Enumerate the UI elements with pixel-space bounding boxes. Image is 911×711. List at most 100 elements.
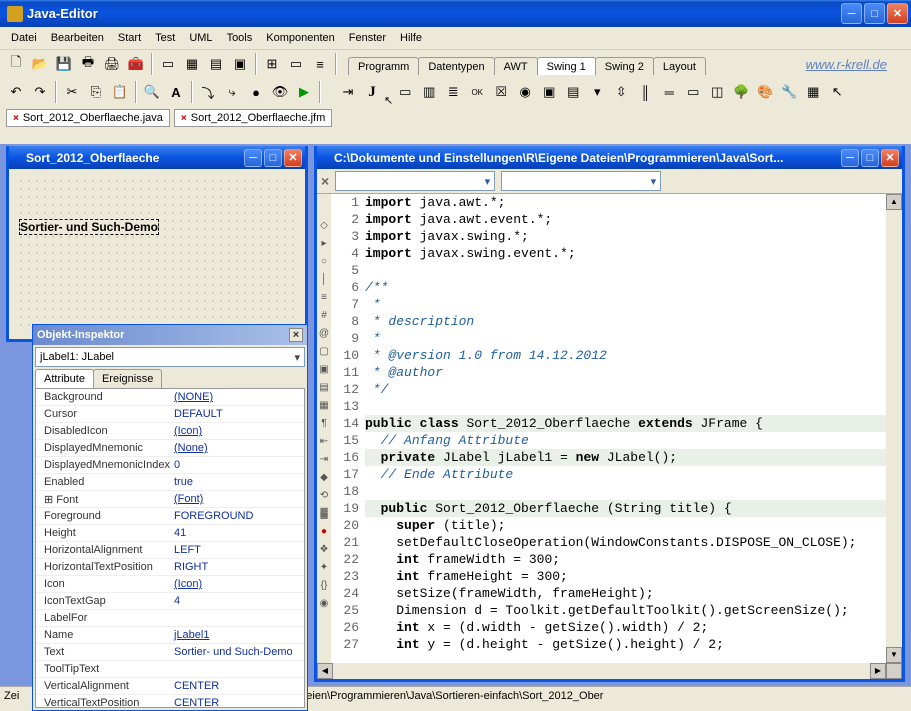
- mark-icon[interactable]: ○: [318, 256, 330, 268]
- code-line[interactable]: 9 *: [331, 330, 886, 347]
- combobox-icon[interactable]: ▾: [586, 81, 608, 103]
- code-line[interactable]: 4import javax.swing.event.*;: [331, 245, 886, 262]
- property-value[interactable]: 0: [170, 457, 304, 473]
- property-grid[interactable]: Background(NONE) CursorDEFAULT DisabledI…: [35, 388, 305, 708]
- save-all-icon[interactable]: 🖶: [77, 53, 99, 75]
- redo-icon[interactable]: ↷: [29, 81, 51, 103]
- menu-komponenten[interactable]: Komponenten: [259, 29, 342, 47]
- property-value[interactable]: jLabel1: [170, 627, 304, 643]
- code-line[interactable]: 20 super (title);: [331, 517, 886, 534]
- property-row[interactable]: ForegroundFOREGROUND: [36, 508, 304, 525]
- table-icon[interactable]: ▦: [802, 81, 824, 103]
- code-line[interactable]: 21 setDefaultCloseOperation(WindowConsta…: [331, 534, 886, 551]
- inspector-tab-ereignisse[interactable]: Ereignisse: [93, 369, 162, 388]
- tab-swing2[interactable]: Swing 2: [595, 57, 654, 75]
- tile-icon[interactable]: ⊞: [261, 53, 283, 75]
- paste-icon[interactable]: 📋: [109, 81, 131, 103]
- spinner-icon[interactable]: ⇳: [610, 81, 632, 103]
- property-value[interactable]: 4: [170, 593, 304, 609]
- hscrollbar[interactable]: ◀ ▶: [317, 663, 902, 679]
- property-row[interactable]: Icon(Icon): [36, 576, 304, 593]
- file-tab-jfm[interactable]: ×Sort_2012_Oberflaeche.jfm: [174, 109, 332, 127]
- memo-icon[interactable]: ≣: [442, 81, 464, 103]
- property-row[interactable]: DisplayedMnemonic(None): [36, 440, 304, 457]
- pointer-icon[interactable]: ↖: [826, 81, 848, 103]
- property-row[interactable]: DisplayedMnemonicIndex0: [36, 457, 304, 474]
- list-icon[interactable]: ≡: [309, 53, 331, 75]
- property-row[interactable]: HorizontalTextPositionRIGHT: [36, 559, 304, 576]
- code-line[interactable]: 13: [331, 398, 886, 415]
- property-value[interactable]: (None): [170, 440, 304, 456]
- menu-test[interactable]: Test: [148, 29, 182, 47]
- tab-swing1[interactable]: Swing 1: [537, 57, 596, 75]
- checkbox-icon[interactable]: ☒: [490, 81, 512, 103]
- menu-uml[interactable]: UML: [182, 29, 219, 47]
- scroll-right-icon[interactable]: ▶: [870, 663, 886, 679]
- property-row[interactable]: Background(NONE): [36, 389, 304, 406]
- print-icon[interactable]: 🖨: [101, 53, 123, 75]
- property-value[interactable]: [170, 661, 304, 677]
- code-line[interactable]: 11 * @author: [331, 364, 886, 381]
- property-row[interactable]: VerticalTextPositionCENTER: [36, 695, 304, 708]
- property-value[interactable]: CENTER: [170, 678, 304, 694]
- hash-icon[interactable]: #: [318, 310, 330, 322]
- property-row[interactable]: ⊞ Font(Font): [36, 491, 304, 508]
- inspector-object-combo[interactable]: jLabel1: JLabel▾: [35, 347, 305, 367]
- code-editor-window[interactable]: C:\Dokumente und Einstellungen\R\Eigene …: [314, 146, 905, 682]
- scrollbar-icon[interactable]: ║: [634, 81, 656, 103]
- undo-icon[interactable]: ↶: [5, 81, 27, 103]
- code-content[interactable]: 1import java.awt.*;2import java.awt.even…: [331, 194, 886, 663]
- tab-awt[interactable]: AWT: [494, 57, 538, 75]
- form-minimize-button[interactable]: ─: [244, 149, 262, 167]
- property-value[interactable]: LEFT: [170, 542, 304, 558]
- code-nav-combo-1[interactable]: ▾: [335, 171, 495, 191]
- vscrollbar[interactable]: ▲ ▼: [886, 194, 902, 663]
- bookmark-icon[interactable]: ◇: [318, 220, 330, 232]
- break-icon[interactable]: ▓: [318, 508, 330, 520]
- fold-icon[interactable]: ▸: [318, 238, 330, 250]
- panel-icon[interactable]: ▭: [682, 81, 704, 103]
- file-tab-java[interactable]: ×Sort_2012_Oberflaeche.java: [6, 109, 170, 127]
- menu-tools[interactable]: Tools: [220, 29, 260, 47]
- code-line[interactable]: 19 public Sort_2012_Oberflaeche (String …: [331, 500, 886, 517]
- code-line[interactable]: 17 // Ende Attribute: [331, 466, 886, 483]
- para-icon[interactable]: ¶: [318, 418, 330, 430]
- tab-datentypen[interactable]: Datentypen: [418, 57, 494, 75]
- code-line[interactable]: 1import java.awt.*;: [331, 194, 886, 211]
- property-row[interactable]: DisabledIcon(Icon): [36, 423, 304, 440]
- menu-start[interactable]: Start: [111, 29, 148, 47]
- bp-icon[interactable]: ●: [318, 526, 330, 538]
- property-row[interactable]: LabelFor: [36, 610, 304, 627]
- right-icon[interactable]: ⇥: [318, 454, 330, 466]
- button-icon[interactable]: OK: [466, 81, 488, 103]
- if-icon[interactable]: ◆: [318, 472, 330, 484]
- code-line[interactable]: 25 Dimension d = Toolkit.getDefaultToolk…: [331, 602, 886, 619]
- object-inspector[interactable]: Objekt-Inspektor × jLabel1: JLabel▾ Attr…: [32, 324, 308, 711]
- listbox-icon[interactable]: ▤: [562, 81, 584, 103]
- close-tab-icon[interactable]: ×: [181, 113, 187, 124]
- inspector-tab-attribute[interactable]: Attribute: [35, 369, 94, 388]
- list2-icon[interactable]: ▤: [318, 382, 330, 394]
- inspector-titlebar[interactable]: Objekt-Inspektor ×: [33, 325, 307, 345]
- code-line[interactable]: 24 setSize(frameWidth, frameHeight);: [331, 585, 886, 602]
- window-new-icon[interactable]: ▭: [157, 53, 179, 75]
- property-value[interactable]: RIGHT: [170, 559, 304, 575]
- num-icon[interactable]: ≡: [318, 292, 330, 304]
- menu-bearbeiten[interactable]: Bearbeiten: [44, 29, 111, 47]
- code-line[interactable]: 26 int x = (d.width - getSize().width) /…: [331, 619, 886, 636]
- inspector-close-icon[interactable]: ×: [289, 328, 303, 342]
- grid-icon[interactable]: ▦: [318, 400, 330, 412]
- block-icon[interactable]: {}: [318, 580, 330, 592]
- code-line[interactable]: 15 // Anfang Attribute: [331, 432, 886, 449]
- code-close-button[interactable]: ✕: [881, 149, 899, 167]
- new-file-icon[interactable]: 🗋: [5, 53, 27, 75]
- radio-icon[interactable]: ◉: [514, 81, 536, 103]
- code-line[interactable]: 6/**: [331, 279, 886, 296]
- property-row[interactable]: NamejLabel1: [36, 627, 304, 644]
- code-line[interactable]: 22 int frameWidth = 300;: [331, 551, 886, 568]
- property-value[interactable]: CENTER: [170, 695, 304, 708]
- form-icon[interactable]: ▦: [181, 53, 203, 75]
- form-maximize-button[interactable]: □: [264, 149, 282, 167]
- palette-icon[interactable]: 🎨: [754, 81, 776, 103]
- code-line[interactable]: 5: [331, 262, 886, 279]
